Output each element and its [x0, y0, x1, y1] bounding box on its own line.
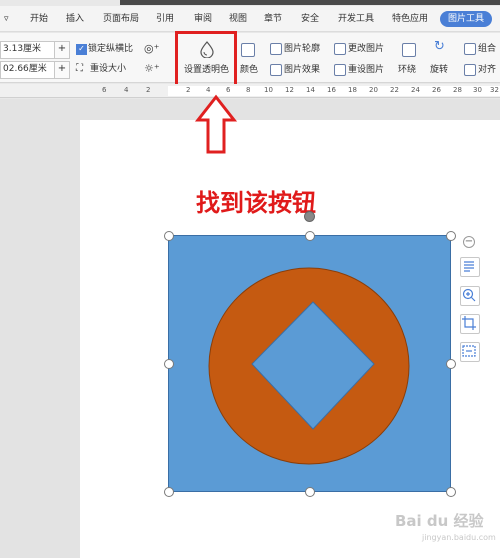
ruler-number: 14 [306, 86, 315, 94]
color-button[interactable]: 颜色 [240, 64, 258, 76]
highlight-box [175, 31, 237, 88]
ruler-number: 12 [285, 86, 294, 94]
tab-special[interactable]: 特色应用 [392, 11, 428, 27]
tab-home[interactable]: 开始 [30, 11, 48, 27]
height-field[interactable]: 3.13厘米 [0, 41, 58, 59]
resize-handle-left[interactable] [164, 359, 174, 369]
ruler-number: 2 [146, 86, 151, 94]
tab-view[interactable]: 视图 [229, 11, 247, 27]
resize-handle-top[interactable] [305, 231, 315, 241]
ruler-number: 18 [348, 86, 357, 94]
ribbon-tabs: ▿ 开始 插入 页面布局 引用 审阅 视图 章节 安全 开发工具 特色应用 图片… [0, 6, 500, 32]
ruler-number: 30 [473, 86, 482, 94]
align-icon [464, 64, 476, 76]
group-icon [464, 43, 476, 55]
crop-icon[interactable] [460, 314, 480, 334]
resize-handle-right[interactable] [446, 359, 456, 369]
picture-effect-icon [270, 64, 282, 76]
ruler-number: 22 [390, 86, 399, 94]
width-stepper[interactable]: + [54, 61, 70, 79]
resize-handle-bottom[interactable] [305, 487, 315, 497]
collapse-ribbon-icon[interactable]: ▿ [4, 11, 9, 27]
width-field[interactable]: 02.66厘米 [0, 61, 58, 79]
wrap-icon[interactable] [402, 43, 416, 57]
ruler-number: 4 [206, 86, 211, 94]
reset-picture-button[interactable]: 重设图片 [348, 64, 384, 76]
contrast-icon[interactable]: ☼⁺ [144, 63, 160, 75]
ruler-number: 8 [246, 86, 251, 94]
collapse-icon[interactable]: − [463, 236, 475, 248]
ruler-number: 6 [226, 86, 231, 94]
tab-developer[interactable]: 开发工具 [338, 11, 374, 27]
rotate-handle[interactable] [304, 211, 315, 222]
reset-size-icon[interactable]: ⛶ [76, 63, 83, 75]
tab-chapter[interactable]: 章节 [264, 11, 282, 27]
tab-references[interactable]: 引用 [156, 11, 174, 27]
rotate-button[interactable]: 旋转 [430, 64, 448, 76]
wrap-button[interactable]: 环绕 [398, 64, 416, 76]
resize-handle-top-right[interactable] [446, 231, 456, 241]
tab-review[interactable]: 审阅 [194, 11, 212, 27]
align-button[interactable]: 对齐 [478, 64, 496, 76]
horizontal-ruler: 6 4 2 2 4 6 8 10 12 14 16 18 20 22 24 26… [0, 84, 500, 98]
tab-insert[interactable]: 插入 [66, 11, 84, 27]
group-button[interactable]: 组合 [478, 43, 496, 55]
baidu-watermark: Bai du 经验 [395, 512, 484, 530]
brightness-icon[interactable]: ◎⁺ [144, 43, 159, 55]
zoom-in-icon[interactable] [460, 286, 480, 306]
ruler-number: 2 [186, 86, 191, 94]
selected-picture[interactable] [168, 235, 451, 492]
picture-outline-icon [270, 43, 282, 55]
resize-handle-bottom-right[interactable] [446, 487, 456, 497]
height-stepper[interactable]: + [54, 41, 70, 59]
ruler-number: 24 [411, 86, 420, 94]
ruler-number: 28 [453, 86, 462, 94]
tab-page-layout[interactable]: 页面布局 [103, 11, 139, 27]
ruler-number: 26 [432, 86, 441, 94]
reset-size-button[interactable]: 重设大小 [90, 63, 126, 75]
resize-handle-top-left[interactable] [164, 231, 174, 241]
picture-toolbar: 3.13厘米 + 02.66厘米 + ✓ 锁定纵横比 ⛶ 重设大小 ◎⁺ ☼⁺ … [0, 33, 500, 83]
lock-ratio-checkbox[interactable]: ✓ [76, 44, 87, 55]
change-picture-button[interactable]: 更改图片 [348, 43, 384, 55]
lock-ratio-label: 锁定纵横比 [88, 44, 134, 54]
reset-picture-icon [334, 64, 346, 76]
tab-picture-tools[interactable]: 图片工具 [440, 11, 493, 27]
rotate-icon[interactable]: ↻ [434, 40, 445, 53]
layout-options-icon[interactable] [460, 257, 480, 277]
picture-shape [208, 267, 410, 465]
picture-tools-icon[interactable] [460, 342, 480, 362]
tab-security[interactable]: 安全 [301, 11, 319, 27]
resize-handle-bottom-left[interactable] [164, 487, 174, 497]
change-picture-icon [334, 43, 346, 55]
picture-outline-button[interactable]: 图片轮廓 [284, 43, 320, 55]
ruler-number: 4 [124, 86, 129, 94]
up-arrow-icon [194, 94, 238, 154]
ruler-number: 10 [264, 86, 273, 94]
ruler-number: 20 [369, 86, 378, 94]
ruler-number: 32 [490, 86, 499, 94]
picture-effect-button[interactable]: 图片效果 [284, 64, 320, 76]
baidu-watermark-url: jingyan.baidu.com [422, 533, 496, 542]
ruler-number: 16 [327, 86, 336, 94]
ruler-number: 6 [102, 86, 107, 94]
color-icon[interactable] [241, 43, 255, 57]
annotation-caption: 找到该按钮 [196, 188, 316, 217]
